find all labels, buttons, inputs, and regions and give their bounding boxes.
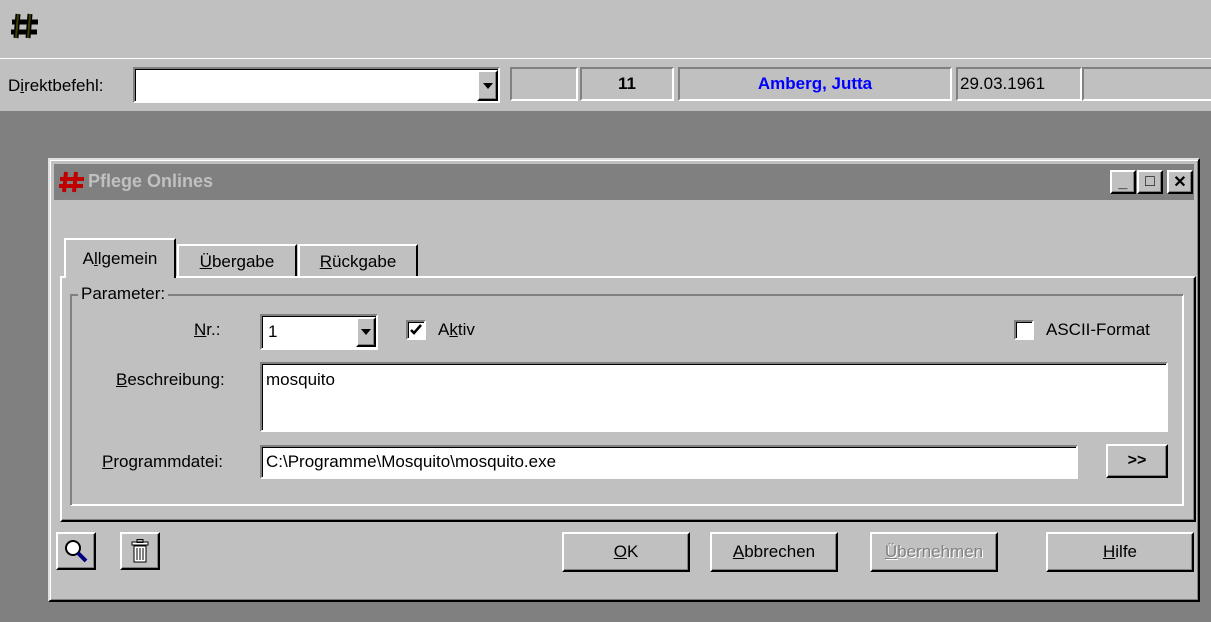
direktbefehl-dropdown-button[interactable] — [477, 70, 498, 101]
help-button[interactable]: Hilfe — [1046, 532, 1194, 572]
tab-uebergabe[interactable]: Übergabe — [177, 244, 297, 278]
dialog-title: Pflege Onlines — [88, 171, 214, 191]
pflege-onlines-dialog: Pflege Onlines _ □ ✕ Al lgemein Übergabe … — [48, 158, 1200, 602]
patient-dob: 29.03.1961 — [956, 67, 1082, 101]
tab-rueckgabe[interactable]: Rückgabe — [298, 244, 418, 278]
parameter-group-label: Parameter: — [78, 284, 169, 304]
chevron-down-icon — [361, 329, 371, 335]
status-number: 11 — [580, 67, 674, 101]
status-field-last — [1082, 67, 1211, 101]
beschreibung-label: Beschreibung: — [116, 370, 225, 389]
command-bar: Direktbefehl: 11 Amberg, Jutta 29.03.196… — [0, 58, 1211, 111]
aktiv-label: Aktiv — [438, 320, 475, 339]
magnifier-icon — [65, 540, 88, 563]
title-hash-icon — [58, 170, 86, 194]
chevron-down-icon — [482, 82, 493, 89]
tab-allgemein[interactable]: Al lgemein — [64, 238, 176, 278]
delete-button[interactable] — [120, 532, 160, 570]
nr-dropdown-button[interactable] — [356, 317, 376, 347]
patient-name: Amberg, Jutta — [678, 67, 952, 101]
ascii-format-checkbox[interactable] — [1014, 320, 1034, 340]
cancel-button[interactable]: Abbrechen — [710, 532, 838, 572]
dialog-title-bar[interactable]: Pflege Onlines _ □ ✕ — [54, 164, 1194, 200]
beschreibung-textarea[interactable]: mosquito — [260, 362, 1168, 432]
nr-label: Nr.: — [194, 320, 221, 339]
direktbefehl-label: Direktbefehl: — [8, 76, 104, 95]
app-hash-icon[interactable] — [8, 8, 44, 44]
programmdatei-input[interactable]: C:\Programme\Mosquito\mosquito.exe — [260, 445, 1078, 479]
apply-button[interactable]: Übernehmen — [870, 532, 998, 572]
programmdatei-label: Programmdatei: — [102, 452, 223, 471]
ok-button[interactable]: OK — [562, 532, 690, 572]
minimize-button[interactable]: _ — [1110, 170, 1136, 194]
status-field-1 — [510, 67, 578, 101]
close-button[interactable]: ✕ — [1167, 170, 1193, 194]
direktbefehl-input[interactable] — [133, 67, 500, 103]
search-button[interactable] — [56, 532, 96, 570]
browse-button[interactable]: >> — [1106, 444, 1168, 478]
ascii-format-label: ASCII-Format — [1046, 320, 1150, 339]
top-toolbar — [0, 0, 1211, 59]
tab-page-allgemein: Parameter: Nr.: 1 Aktiv ASCII-Format Bes… — [60, 276, 1196, 522]
trash-icon — [131, 539, 149, 563]
aktiv-checkbox[interactable] — [406, 320, 426, 340]
maximize-button[interactable]: □ — [1137, 170, 1163, 194]
checkmark-icon — [410, 324, 422, 335]
